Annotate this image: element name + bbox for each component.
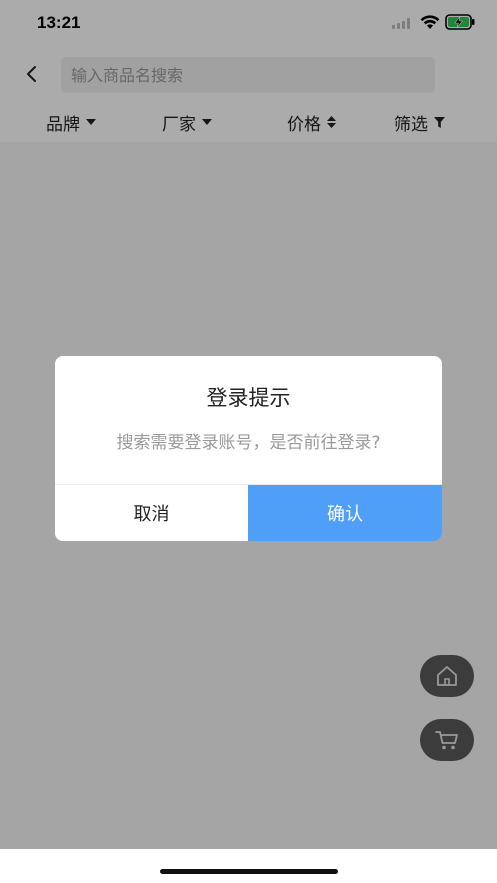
home-indicator	[160, 869, 338, 874]
dialog-message: 搜索需要登录账号，是否前往登录?	[116, 433, 381, 453]
login-prompt-dialog: 登录提示 搜索需要登录账号，是否前往登录? 取消 确认	[55, 356, 442, 541]
confirm-button[interactable]: 确认	[248, 485, 442, 541]
cancel-button[interactable]: 取消	[55, 485, 248, 541]
bottom-safe-area	[0, 849, 497, 883]
dialog-title: 登录提示	[206, 386, 291, 410]
